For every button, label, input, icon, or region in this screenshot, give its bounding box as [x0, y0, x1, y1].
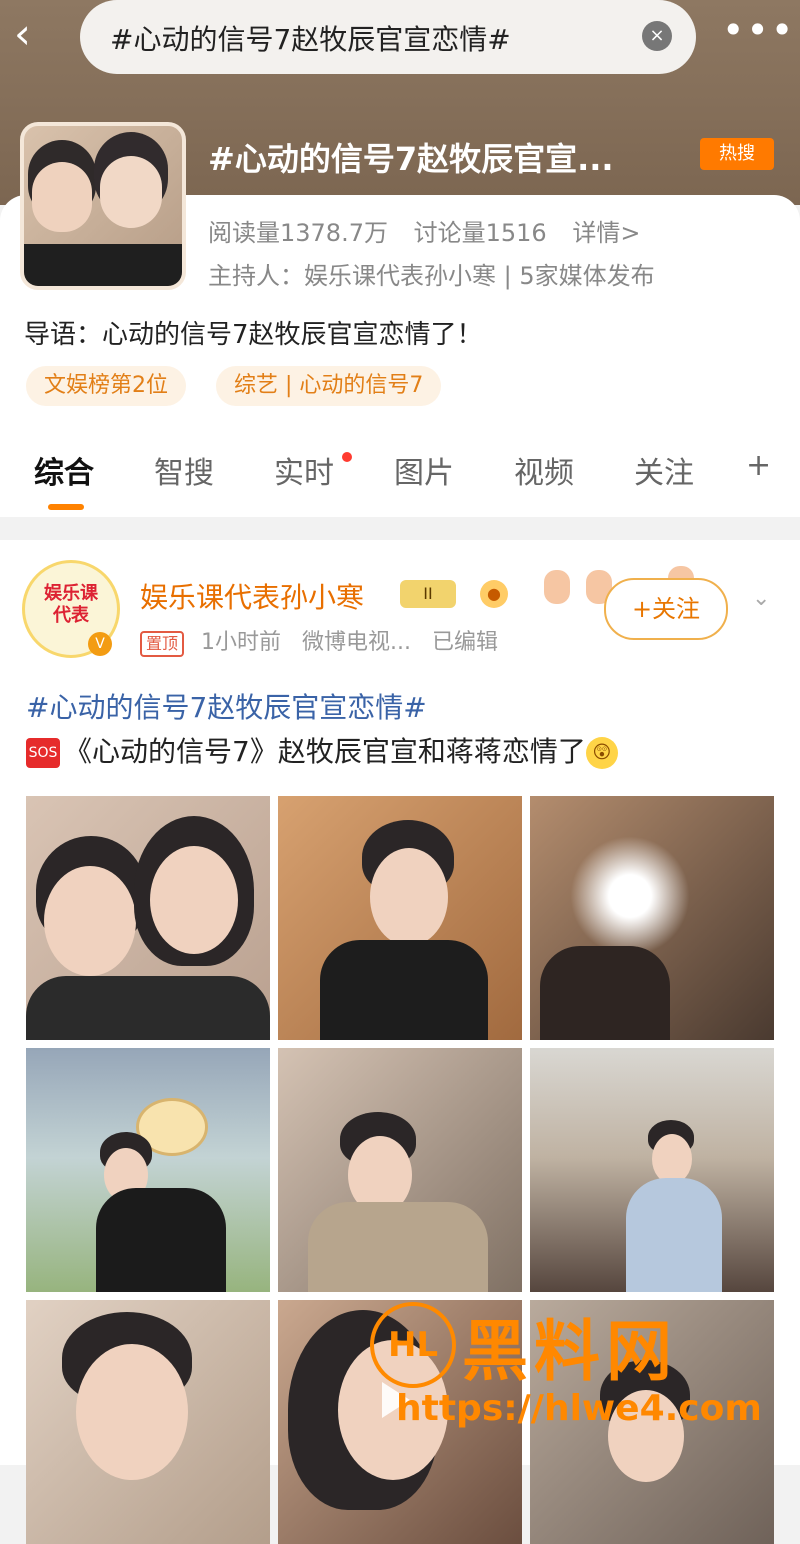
- tab-videos[interactable]: 视频: [514, 448, 574, 492]
- hot-search-badge: 热搜: [700, 138, 774, 170]
- post-meta: 置顶 1小时前 微博电视... 已编辑: [140, 624, 498, 657]
- topic-host-line: 主持人：娱乐课代表孙小寒 | 5家媒体发布: [208, 262, 655, 290]
- photo-thumbnail[interactable]: [530, 796, 774, 1040]
- post-body-text: 《心动的信号7》赵牧辰官宣和蒋蒋恋情了: [64, 735, 586, 768]
- topic-tag-rank[interactable]: 文娱榜第2位: [26, 366, 186, 406]
- follow-button[interactable]: +关注: [604, 578, 728, 640]
- shocked-emoji-icon: 😲: [585, 737, 618, 769]
- topic-cover-image[interactable]: [20, 122, 186, 290]
- photo-clothing: [626, 1178, 722, 1292]
- site-watermark: HL 黑料网 https://hlwe4.com: [370, 1296, 790, 1436]
- photo-thumbnail[interactable]: [26, 1048, 270, 1292]
- topic-intro: 导语：心动的信号7赵牧辰官宣恋情了！: [24, 320, 483, 350]
- photo-clothing: [320, 940, 488, 1040]
- photo-clothing: [96, 1188, 226, 1292]
- post-body: SOS 《心动的信号7》赵牧辰官宣和蒋蒋恋情了 😲: [26, 730, 618, 770]
- author-avatar-text: 娱乐课代表: [44, 583, 98, 626]
- photo-face: [370, 848, 448, 946]
- topic-tag-category[interactable]: 综艺 | 心动的信号7: [216, 366, 442, 406]
- tab-following[interactable]: 关注: [634, 448, 694, 492]
- photo-thumbnail[interactable]: [278, 1048, 522, 1292]
- tab-realtime[interactable]: 实时: [274, 448, 334, 492]
- fan-medal-icon: ●: [480, 580, 508, 608]
- topic-tabs: 综合 智搜 实时 图片 视频 关注 +: [0, 448, 800, 510]
- details-link[interactable]: 详情>: [572, 219, 640, 247]
- verified-badge-icon: V: [88, 632, 112, 656]
- author-level-badge: II: [400, 580, 456, 608]
- photo-face: [652, 1134, 692, 1184]
- photo-thumbnail[interactable]: [26, 796, 270, 1040]
- post-source: 微博电视...: [302, 630, 411, 655]
- pinned-badge: 置顶: [140, 631, 185, 657]
- photo-face: [44, 866, 136, 976]
- search-query-text: #心动的信号7赵牧辰官宣恋情#: [110, 23, 511, 56]
- add-tab-icon[interactable]: +: [746, 448, 771, 483]
- cover-clothing: [24, 244, 182, 286]
- realtime-new-dot: [342, 452, 352, 462]
- watermark-url: https://hlwe4.com: [396, 1388, 762, 1429]
- post-edited-label: 已编辑: [432, 630, 499, 655]
- clear-search-icon[interactable]: ×: [642, 21, 672, 51]
- topic-stats: 阅读量1378.7万 讨论量1516 详情>: [208, 213, 658, 248]
- watermark-title: 黑料网: [462, 1313, 678, 1390]
- search-bar[interactable]: #心动的信号7赵牧辰官宣恋情# ×: [80, 0, 696, 74]
- tab-smart-search[interactable]: 智搜: [154, 448, 214, 492]
- photo-thumbnail[interactable]: [530, 1048, 774, 1292]
- tab-images[interactable]: 图片: [394, 448, 454, 492]
- cover-person-right: [100, 156, 162, 228]
- chevron-down-icon[interactable]: ⌄: [752, 586, 770, 611]
- watermark-logo-icon: HL: [370, 1302, 456, 1388]
- photo-clothing: [26, 976, 270, 1040]
- active-tab-indicator: [48, 504, 84, 510]
- tab-general[interactable]: 综合: [34, 448, 94, 492]
- photo-face: [76, 1344, 188, 1480]
- camera-flash: [570, 836, 690, 956]
- photo-face: [150, 846, 238, 954]
- more-options-icon[interactable]: •••: [722, 8, 795, 52]
- post-hashtag[interactable]: #心动的信号7赵牧辰官宣恋情#: [26, 686, 427, 726]
- photo-clothing: [540, 946, 670, 1040]
- read-count: 阅读量1378.7万: [208, 219, 388, 247]
- discussion-count: 讨论量1516: [413, 219, 547, 247]
- photo-thumbnail[interactable]: [278, 796, 522, 1040]
- cover-person-left: [32, 162, 92, 232]
- paw-sticker-icon: [544, 570, 570, 604]
- sos-emoji-icon: SOS: [26, 738, 60, 768]
- post-time: 1小时前: [201, 630, 282, 655]
- back-button[interactable]: ‹: [14, 13, 54, 58]
- photo-clothing: [308, 1202, 488, 1292]
- author-name[interactable]: 娱乐课代表孙小寒: [140, 576, 364, 616]
- topic-title: #心动的信号7赵牧辰官宣...: [208, 140, 614, 178]
- photo-thumbnail[interactable]: [26, 1300, 270, 1544]
